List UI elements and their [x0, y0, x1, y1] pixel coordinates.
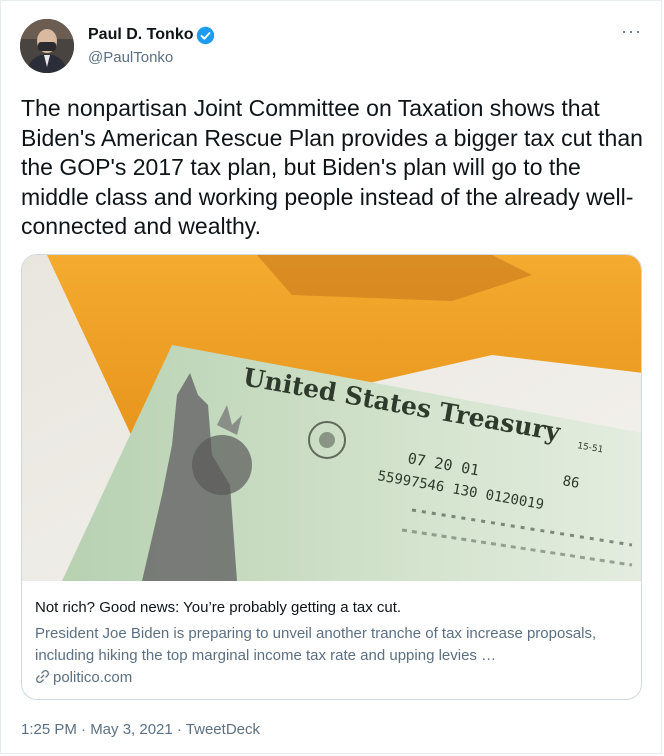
- link-card[interactable]: United States Treasury 15-51 07 20 01 86…: [21, 254, 642, 700]
- tweet-text: The nonpartisan Joint Committee on Taxat…: [21, 95, 643, 239]
- check-code: 86: [561, 473, 580, 492]
- card-image[interactable]: United States Treasury 15-51 07 20 01 86…: [22, 255, 641, 581]
- card-description[interactable]: President Joe Biden is preparing to unve…: [35, 623, 630, 667]
- verified-badge-icon: [196, 26, 215, 45]
- tweet-timestamp[interactable]: 1:25 PM · May 3, 2021 · TweetDeck: [21, 721, 260, 738]
- author-handle[interactable]: @PaulTonko: [88, 49, 173, 66]
- link-icon: [36, 670, 49, 683]
- card-title[interactable]: Not rich? Good news: You’re probably get…: [35, 599, 401, 616]
- card-domain-text: politico.com: [53, 669, 133, 686]
- author-name[interactable]: Paul D. Tonko: [88, 26, 193, 44]
- avatar-image: [20, 19, 74, 73]
- more-icon[interactable]: ···: [621, 21, 642, 42]
- card-domain[interactable]: politico.com: [35, 669, 132, 686]
- avatar[interactable]: [20, 19, 74, 73]
- tweet: Paul D. Tonko @PaulTonko ··· The nonpart…: [0, 0, 662, 754]
